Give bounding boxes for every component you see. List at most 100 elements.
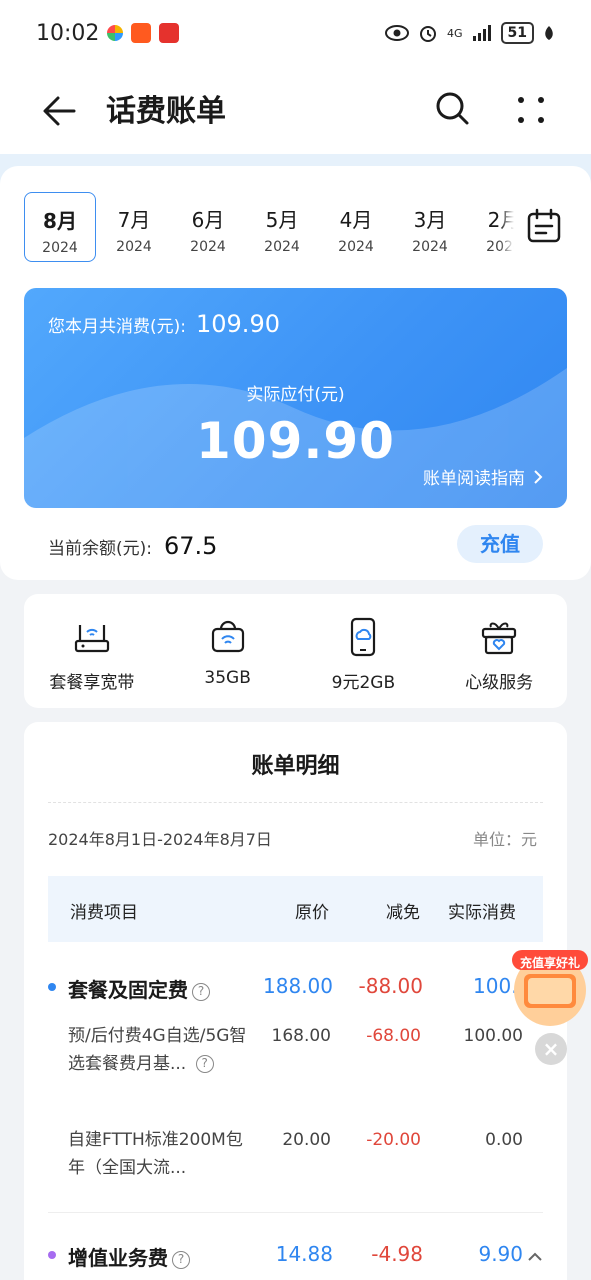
arrow-left-icon xyxy=(43,96,76,126)
item-name: 预/后付费4G自选/5G智选套餐费月基... ? xyxy=(68,1022,248,1078)
feature-label: 35GB xyxy=(204,668,251,688)
column-header-item: 消费项目 xyxy=(70,903,138,923)
bill-guide-label: 账单阅读指南 xyxy=(423,469,525,489)
consumption-label: 您本月共消费(元): xyxy=(48,317,186,337)
year-label: 2024 xyxy=(42,240,78,256)
month-tab[interactable]: 6月 2024 xyxy=(172,192,244,262)
router-icon xyxy=(74,625,109,653)
payment-summary-panel: 您本月共消费(元): 109.90 实际应付(元) 109.90 账单阅读指南 xyxy=(24,288,567,508)
feature-label: 心级服务 xyxy=(465,673,534,693)
detail-title: 账单明细 xyxy=(251,754,340,779)
year-label: 2024 xyxy=(412,239,448,255)
balance-row: 当前余额(元): 67.5 xyxy=(48,532,217,560)
bill-summary-card: 8月 2024 7月 2024 6月 2024 5月 2024 4月 2024 … xyxy=(0,166,591,580)
alarm-icon xyxy=(419,26,436,42)
search-icon xyxy=(436,92,469,125)
network-type: 4G xyxy=(446,26,463,40)
help-icon[interactable]: ? xyxy=(172,1250,190,1269)
promo-text: 充值享好礼 xyxy=(519,956,580,970)
bill-guide-link[interactable]: 账单阅读指南 xyxy=(423,464,543,489)
app-notification-icon xyxy=(107,25,124,41)
feature-broadband[interactable]: 套餐享宽带 xyxy=(24,594,160,708)
month-fade xyxy=(500,192,514,262)
chevron-up-icon[interactable] xyxy=(527,1250,543,1262)
calendar-button[interactable] xyxy=(514,196,574,256)
recharge-promo-badge[interactable]: 充值享好礼 xyxy=(510,946,590,1026)
more-dots-icon xyxy=(518,97,544,123)
eye-icon xyxy=(384,25,409,41)
feature-heart-service[interactable]: 心级服务 xyxy=(431,594,567,708)
category-dot xyxy=(48,983,56,991)
help-icon[interactable]: ? xyxy=(195,1055,214,1073)
status-right: 4G 51 xyxy=(384,22,555,44)
signal-icon xyxy=(472,25,491,41)
category-row[interactable]: 增值业务费? 14.88 -4.98 9.90 xyxy=(24,1236,567,1276)
recharge-button[interactable]: 充值 xyxy=(457,525,543,563)
taobao-notification-icon xyxy=(131,23,152,43)
month-tab[interactable]: 4月 2024 xyxy=(320,192,392,262)
month-tab[interactable]: 7月 2024 xyxy=(98,192,170,262)
more-menu-button[interactable] xyxy=(514,90,548,130)
category-original: 188.00 xyxy=(263,974,333,998)
category-name-text: 套餐及固定费 xyxy=(68,978,188,1002)
category-original: 14.88 xyxy=(275,1242,333,1266)
category-name: 套餐及固定费? xyxy=(68,974,210,1003)
row-divider xyxy=(48,1212,543,1213)
status-bar: 10:02 4G 51 xyxy=(0,0,591,66)
category-discount: -4.98 xyxy=(371,1242,423,1266)
item-original: 168.00 xyxy=(271,1026,331,1046)
column-header-original: 原价 xyxy=(295,903,329,923)
year-label: 2024 xyxy=(116,239,152,255)
pinduoduo-notification-icon xyxy=(159,23,180,43)
month-label: 5月 xyxy=(265,208,299,232)
actual-pay-label: 实际应付(元) xyxy=(246,385,345,405)
column-header-actual: 实际消费 xyxy=(448,903,516,923)
bill-detail-card: 账单明细 2024年8月1日-2024年8月7日 单位：元 消费项目 原价 减免… xyxy=(24,722,567,1280)
close-icon: × xyxy=(542,1037,560,1061)
help-icon[interactable]: ? xyxy=(192,982,210,1001)
month-label: 3月 xyxy=(413,208,447,232)
month-selector: 8月 2024 7月 2024 6月 2024 5月 2024 4月 2024 … xyxy=(24,192,514,262)
wifi-bag-icon xyxy=(211,620,244,653)
promo-close-button[interactable]: × xyxy=(535,1033,567,1065)
month-tab[interactable]: 3月 2024 xyxy=(394,192,466,262)
table-header: 消费项目 原价 减免 实际消费 xyxy=(48,876,543,942)
month-label: 4月 xyxy=(339,208,373,232)
feature-9yuan-2gb[interactable]: 9元2GB xyxy=(296,594,432,708)
balance-value: 67.5 xyxy=(164,532,218,560)
month-tab[interactable]: 8月 2024 xyxy=(24,192,96,262)
category-dot xyxy=(48,1251,56,1259)
item-discount: -68.00 xyxy=(366,1026,421,1046)
year-label: 2024 xyxy=(190,239,226,255)
month-label: 8月 xyxy=(43,209,77,233)
column-header-discount: 减免 xyxy=(386,903,420,923)
leaf-icon xyxy=(545,26,553,40)
balance-label: 当前余额(元): xyxy=(48,539,152,559)
status-time: 10:02 xyxy=(36,20,100,46)
category-row[interactable]: 套餐及固定费? 188.00 -88.00 100.00 xyxy=(24,968,567,1008)
consumption-value: 109.90 xyxy=(196,310,280,338)
battery-level: 51 xyxy=(500,22,534,44)
item-actual: 0.00 xyxy=(485,1130,523,1150)
calendar-icon xyxy=(527,208,561,243)
chevron-right-icon xyxy=(534,469,543,484)
category-name-text: 增值业务费 xyxy=(68,1246,168,1270)
month-label: 6月 xyxy=(191,208,225,232)
feature-data-35gb[interactable]: 35GB xyxy=(160,594,296,708)
search-button[interactable] xyxy=(432,88,472,128)
category-name: 增值业务费? xyxy=(68,1242,190,1271)
feature-shortcuts: 套餐享宽带 35GB 9元2GB 心级服务 xyxy=(24,594,567,708)
item-discount: -20.00 xyxy=(366,1130,421,1150)
bill-period: 2024年8月1日-2024年8月7日 xyxy=(48,830,272,849)
item-name-text: 预/后付费4G自选/5G智选套餐费月基... xyxy=(68,1026,247,1074)
item-name: 自建FTTH标准200M包年（全国大流... xyxy=(68,1130,243,1178)
gift-heart-icon xyxy=(482,622,517,655)
dashed-divider xyxy=(48,802,543,803)
month-label: 7月 xyxy=(117,208,151,232)
feature-label: 套餐享宽带 xyxy=(49,673,135,693)
app-header: 话费账单 xyxy=(0,66,591,154)
month-tab[interactable]: 5月 2024 xyxy=(246,192,318,262)
item-actual: 100.00 xyxy=(463,1026,523,1046)
back-button[interactable] xyxy=(38,90,80,132)
monthly-consumption: 您本月共消费(元): 109.90 xyxy=(48,310,280,338)
